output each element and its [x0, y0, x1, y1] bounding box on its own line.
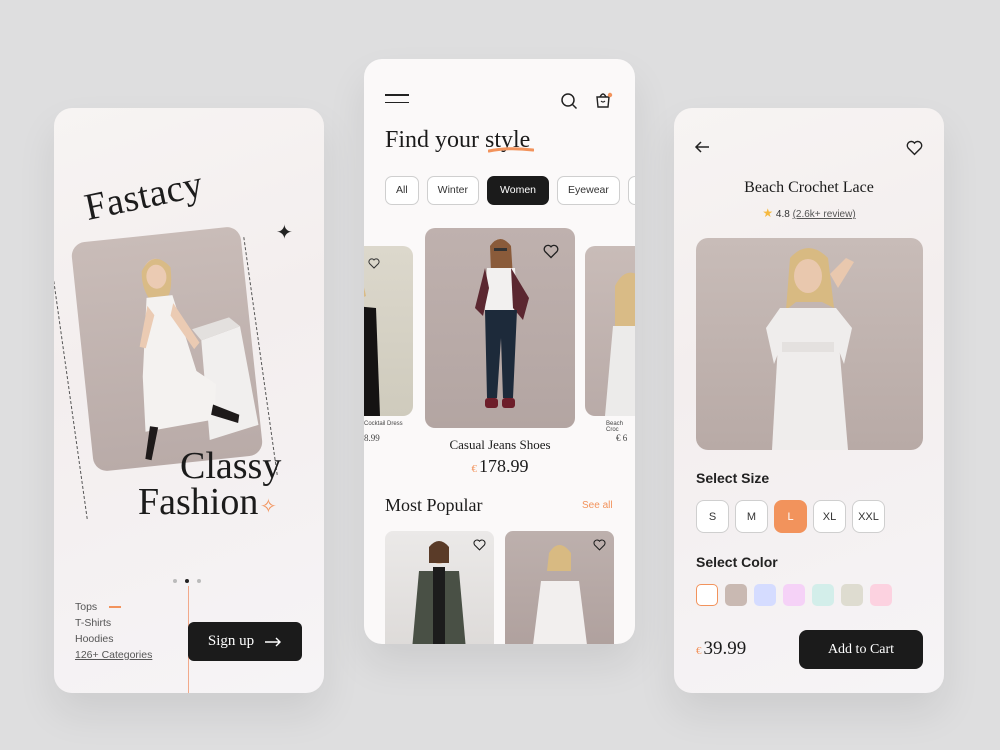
- color-swatch[interactable]: [725, 584, 747, 606]
- arrow-right-icon: [265, 637, 282, 646]
- heart-icon[interactable]: [368, 258, 380, 269]
- product-price: €178.99: [425, 456, 575, 477]
- color-swatch[interactable]: [696, 584, 718, 606]
- product-price: €39.99: [696, 638, 746, 660]
- search-icon[interactable]: [560, 92, 578, 110]
- model-illustration: [139, 258, 259, 461]
- color-swatch[interactable]: [870, 584, 892, 606]
- size-option-m[interactable]: M: [735, 500, 768, 533]
- size-option-xl[interactable]: XL: [813, 500, 846, 533]
- hero-model-photo: [70, 225, 264, 473]
- size-selector: S M L XL XXL: [696, 500, 885, 533]
- page-dot[interactable]: [197, 579, 201, 583]
- product-price: € 6: [616, 433, 628, 443]
- product-card-photo[interactable]: [364, 246, 413, 416]
- color-swatch[interactable]: [754, 584, 776, 606]
- color-section-label: Select Color: [696, 554, 778, 570]
- heart-icon[interactable]: [473, 539, 486, 551]
- chip-eyewear[interactable]: Eyewear: [557, 176, 620, 205]
- category-label: Hoodies: [75, 633, 114, 645]
- section-title: Most Popular: [385, 495, 483, 515]
- category-label: T-Shirts: [75, 617, 112, 629]
- sparkle-icon: ✧: [260, 496, 277, 518]
- star-icon: ★: [762, 206, 774, 220]
- color-selector: [696, 584, 892, 606]
- back-arrow-icon[interactable]: [694, 140, 710, 154]
- product-detail-screen: Beach Crochet Lace ★ 4.8 (2.6k+ review) …: [674, 108, 944, 693]
- sparkle-icon: ✦: [276, 222, 293, 244]
- brand-title: Fastacy: [80, 163, 207, 229]
- currency-symbol: €: [471, 463, 478, 475]
- category-item-tops[interactable]: Tops: [75, 599, 152, 615]
- page-dot[interactable]: [173, 579, 177, 583]
- popular-product-photo[interactable]: [505, 531, 614, 644]
- signup-button[interactable]: Sign up: [188, 622, 302, 661]
- heart-icon[interactable]: [593, 539, 606, 551]
- size-option-s[interactable]: S: [696, 500, 729, 533]
- see-all-link[interactable]: See all: [582, 500, 613, 511]
- product-photo: [696, 238, 923, 450]
- chip-more[interactable]: [627, 176, 635, 205]
- model-illustration: [766, 248, 854, 450]
- hamburger-menu-icon[interactable]: [385, 94, 409, 109]
- category-list: Tops T-Shirts Hoodies 126+ Categories: [75, 599, 152, 663]
- size-option-xxl[interactable]: XXL: [852, 500, 885, 533]
- shopping-bag-icon[interactable]: [594, 91, 614, 109]
- product-name: Beach Croc: [606, 421, 624, 433]
- decorative-underline: [488, 147, 534, 153]
- product-name: Cocktail Dress: [364, 421, 403, 427]
- category-label: Tops: [75, 601, 98, 613]
- chip-women[interactable]: Women: [487, 176, 550, 205]
- signup-label: Sign up: [207, 633, 255, 649]
- popular-product-photo[interactable]: [385, 531, 494, 644]
- pagination-dots: [173, 579, 201, 583]
- product-price: 8.99: [364, 433, 380, 443]
- product-name: Casual Jeans Shoes: [449, 437, 551, 452]
- product-title: Beach Crochet Lace: [744, 179, 874, 196]
- browse-screen: Find your style All Winter Women Eyewear…: [364, 59, 635, 644]
- heart-icon[interactable]: [906, 140, 923, 156]
- heart-icon[interactable]: [543, 244, 559, 259]
- link-label: 126+ Categories: [75, 649, 153, 661]
- currency-symbol: €: [696, 645, 702, 657]
- all-categories-link[interactable]: 126+ Categories: [75, 647, 152, 663]
- product-card-photo[interactable]: [585, 246, 635, 416]
- model-illustration: [605, 272, 635, 416]
- size-option-l[interactable]: L: [774, 500, 807, 533]
- color-swatch[interactable]: [783, 584, 805, 606]
- headline-line-2: Fashion: [138, 481, 259, 523]
- color-swatch[interactable]: [812, 584, 834, 606]
- page-dot-active[interactable]: [185, 579, 189, 583]
- price-value: 178.99: [479, 456, 529, 476]
- product-rating: ★ 4.8 (2.6k+ review): [674, 206, 944, 220]
- featured-product-photo[interactable]: [425, 228, 575, 428]
- price-value: 39.99: [703, 638, 747, 659]
- chip-all[interactable]: All: [385, 176, 419, 205]
- rating-value: 4.8: [775, 209, 790, 220]
- add-to-cart-button[interactable]: Add to Cart: [799, 630, 923, 669]
- filter-chips: All Winter Women Eyewear: [385, 176, 635, 205]
- category-item-hoodies[interactable]: Hoodies: [75, 631, 152, 647]
- model-illustration: [364, 287, 380, 416]
- color-swatch[interactable]: [841, 584, 863, 606]
- chip-winter[interactable]: Winter: [426, 176, 480, 205]
- size-section-label: Select Size: [696, 470, 770, 486]
- active-indicator: [109, 606, 122, 608]
- review-count-link[interactable]: (2.6k+ review): [793, 209, 856, 220]
- onboarding-screen: Fastacy ✦ Classy Fashion ✧ Tops T-Shirts…: [54, 108, 324, 693]
- category-item-tshirts[interactable]: T-Shirts: [75, 615, 152, 631]
